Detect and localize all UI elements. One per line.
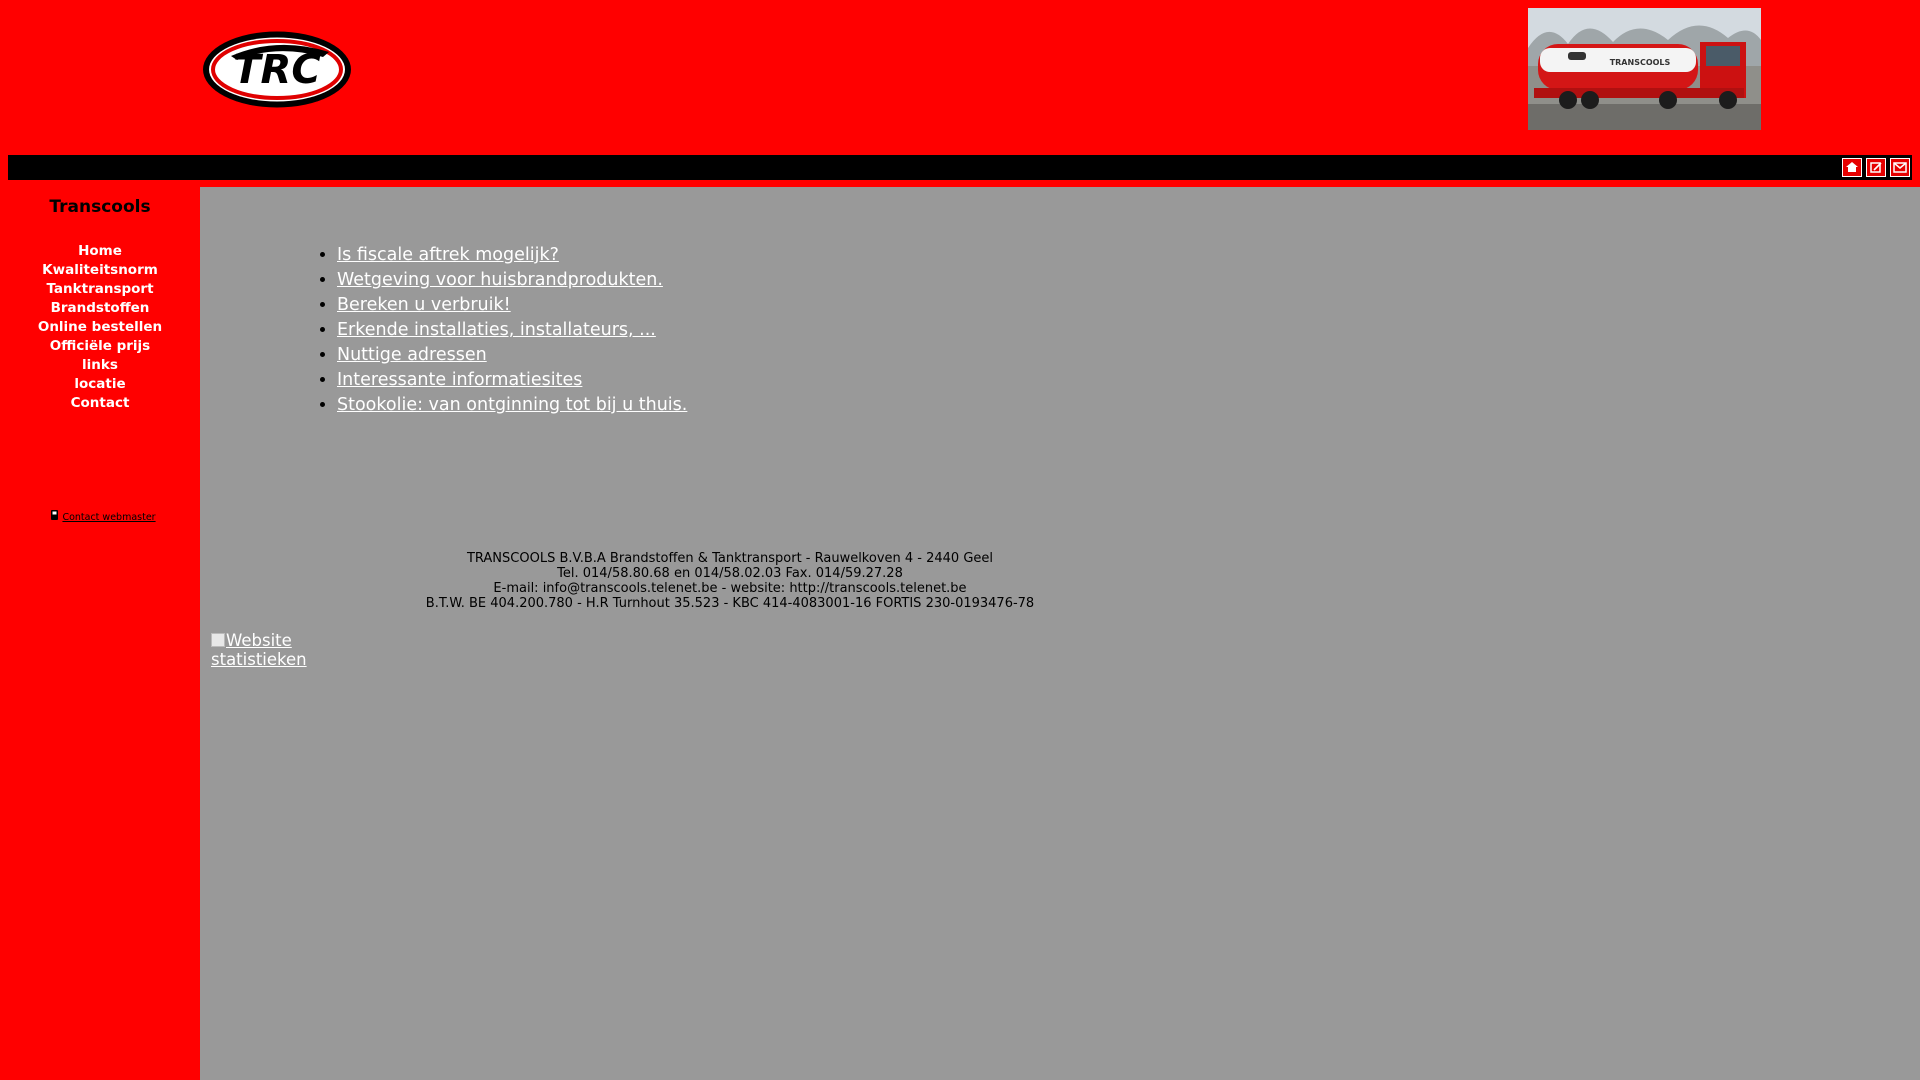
- sidebar-brand: Transcools: [49, 197, 151, 217]
- sidebar-item-brandstoffen[interactable]: Brandstoffen: [0, 299, 200, 318]
- link-bereken-verbruik[interactable]: Bereken u verbruik!: [337, 295, 511, 315]
- sidebar: Transcools Home Kwaliteitsnorm Tanktrans…: [0, 187, 200, 1080]
- info-links-list: Is fiscale aftrek mogelijk? Wetgeving vo…: [300, 243, 687, 418]
- logo-text: TRC: [233, 47, 320, 93]
- sidebar-item-locatie[interactable]: locatie: [0, 375, 200, 394]
- edit-icon[interactable]: [1866, 158, 1886, 177]
- broken-image-icon: [211, 633, 225, 647]
- tank-truck-photo: TRANSCOOLS: [1528, 8, 1761, 130]
- sidebar-item-links[interactable]: links: [0, 356, 200, 375]
- footer-phone: Tel. 014/58.80.68 en 014/58.02.03 Fax. 0…: [557, 566, 903, 581]
- list-item: Bereken u verbruik!: [337, 293, 687, 318]
- trc-logo[interactable]: TRC: [201, 30, 353, 109]
- contact-webmaster: Contact webmaster: [0, 509, 206, 523]
- link-informatiesites[interactable]: Interessante informatiesites: [337, 370, 582, 390]
- list-item: Nuttige adressen: [337, 343, 687, 368]
- list-item: Interessante informatiesites: [337, 368, 687, 393]
- footer-registration: B.T.W. BE 404.200.780 - H.R Turnhout 35.…: [425, 596, 1035, 611]
- phone-icon: [50, 510, 62, 523]
- list-item: Is fiscale aftrek mogelijk?: [337, 243, 687, 268]
- sidebar-item-online-bestellen[interactable]: Online bestellen: [0, 318, 200, 337]
- footer-address: TRANSCOOLS B.V.B.A Brandstoffen & Tanktr…: [466, 551, 994, 566]
- sidebar-item-officiele-prijs[interactable]: Officiële prijs: [0, 337, 200, 356]
- sidebar-item-contact[interactable]: Contact: [0, 394, 200, 413]
- mail-icon[interactable]: [1890, 158, 1910, 177]
- list-item: Stookolie: van ontginning tot bij u thui…: [337, 393, 687, 418]
- truck-lettering: TRANSCOOLS: [1610, 58, 1671, 67]
- sidebar-item-home[interactable]: Home: [0, 242, 200, 261]
- company-footer: TRANSCOOLS B.V.B.A Brandstoffen & Tanktr…: [320, 551, 1140, 611]
- list-item: Erkende installaties, installateurs, ...: [337, 318, 687, 343]
- header: TRC TRANSCOOLS: [0, 0, 1920, 155]
- contact-webmaster-link[interactable]: Contact webmaster: [62, 512, 155, 523]
- sidebar-nav: Home Kwaliteitsnorm Tanktransport Brands…: [0, 242, 200, 413]
- link-nuttige-adressen[interactable]: Nuttige adressen: [337, 345, 487, 365]
- list-item: Wetgeving voor huisbrandprodukten.: [337, 268, 687, 293]
- link-stookolie[interactable]: Stookolie: van ontginning tot bij u thui…: [337, 395, 687, 415]
- stats-label-1: Website: [226, 631, 292, 650]
- main-content: Is fiscale aftrek mogelijk? Wetgeving vo…: [200, 187, 1920, 1080]
- footer-email: E-mail: info@transcools.telenet.be - web…: [493, 581, 967, 596]
- link-wetgeving[interactable]: Wetgeving voor huisbrandprodukten.: [337, 270, 663, 290]
- top-bar: [8, 155, 1912, 180]
- link-fiscale-aftrek[interactable]: Is fiscale aftrek mogelijk?: [337, 245, 559, 265]
- home-icon[interactable]: [1842, 158, 1862, 177]
- sidebar-item-tanktransport[interactable]: Tanktransport: [0, 280, 200, 299]
- website-stats-link[interactable]: Website statistieken: [211, 631, 307, 669]
- sidebar-item-kwaliteitsnorm[interactable]: Kwaliteitsnorm: [0, 261, 200, 280]
- stats-label-2: statistieken: [211, 650, 307, 669]
- link-erkende-installaties[interactable]: Erkende installaties, installateurs, ...: [337, 320, 656, 340]
